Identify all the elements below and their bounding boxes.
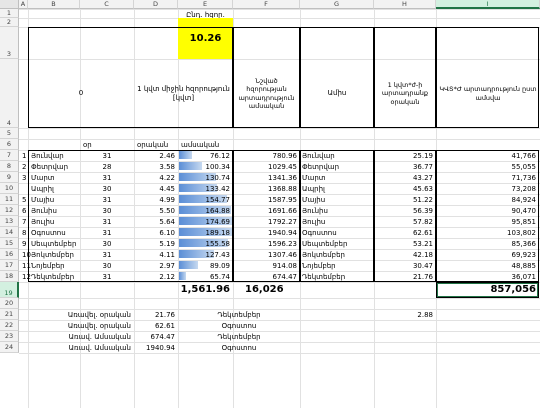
row-header-1[interactable]: 1: [0, 9, 19, 18]
gridline-horizontal: [19, 18, 540, 19]
row-header-14[interactable]: 14: [0, 227, 19, 238]
stat-value[interactable]: 21.76: [134, 311, 175, 319]
data-box-main: [28, 150, 233, 282]
row-header-18[interactable]: 18: [0, 271, 19, 282]
header-box-main: [28, 27, 233, 128]
column-header-i[interactable]: I: [436, 0, 540, 9]
header-box-i: [436, 27, 539, 128]
subheader-days: օր: [83, 141, 92, 149]
stat-label: Առավել. օրական: [67, 311, 131, 319]
stat-month[interactable]: Դեկտեմբեր: [178, 333, 300, 341]
select-all-corner[interactable]: [0, 0, 19, 9]
row-header-16[interactable]: 16: [0, 249, 19, 260]
subheader-monthly: ամսական: [181, 141, 220, 149]
data-box-g: [300, 150, 374, 282]
header-box-f: [233, 27, 300, 128]
row-header-11[interactable]: 11: [0, 194, 19, 205]
row-header-20[interactable]: 20: [0, 298, 19, 309]
row-header-13[interactable]: 13: [0, 216, 19, 227]
column-header-a[interactable]: A: [19, 0, 28, 9]
stat-month[interactable]: Դեկտեմբեր: [178, 311, 300, 319]
stat-label: Առավ. Ամսական: [68, 344, 131, 352]
data-box-f: [233, 150, 300, 282]
row-header-5[interactable]: 5: [0, 128, 19, 139]
gridline-horizontal: [19, 320, 540, 321]
total-monthly[interactable]: 1,561.96: [178, 284, 230, 296]
gridline-horizontal: [19, 342, 540, 343]
stat-month[interactable]: Օգոստոս: [178, 344, 300, 352]
row-header-9[interactable]: 9: [0, 172, 19, 183]
total-box-i: [436, 282, 539, 298]
stat-label: Առավ. Ամսական: [68, 333, 131, 341]
row-header-2[interactable]: 2: [0, 18, 19, 27]
stat-value[interactable]: 1940.94: [134, 344, 175, 352]
row-header-22[interactable]: 22: [0, 320, 19, 331]
row-header-19[interactable]: 19: [0, 282, 19, 298]
row-header-10[interactable]: 10: [0, 183, 19, 194]
row-header-17[interactable]: 17: [0, 260, 19, 271]
column-header-h[interactable]: H: [374, 0, 436, 9]
column-header-f[interactable]: F: [233, 0, 300, 9]
row-header-3[interactable]: 3: [0, 27, 19, 59]
total-production[interactable]: 16,026: [245, 284, 284, 296]
column-header-g[interactable]: G: [300, 0, 374, 9]
column-header-b[interactable]: B: [28, 0, 80, 9]
header-box-g: [300, 27, 374, 128]
stat-label: Առավել. օրական: [67, 322, 131, 330]
column-header-c[interactable]: C: [80, 0, 134, 9]
data-box-i: [436, 150, 539, 282]
stat-value[interactable]: 62.61: [134, 322, 175, 330]
data-box-h: [374, 150, 436, 282]
row-header-6[interactable]: 6: [0, 139, 19, 150]
row-header-15[interactable]: 15: [0, 238, 19, 249]
row-header-24[interactable]: 24: [0, 342, 19, 353]
row-header-8[interactable]: 8: [0, 161, 19, 172]
gridline-horizontal: [19, 128, 540, 129]
gridline-horizontal: [19, 139, 540, 140]
gridline-horizontal: [19, 298, 540, 299]
stat-extra[interactable]: 2.88: [374, 311, 433, 319]
row-header-21[interactable]: 21: [0, 309, 19, 320]
row-header-4[interactable]: 4: [0, 59, 19, 128]
gridline-horizontal: [19, 9, 540, 10]
gridline-horizontal: [19, 353, 540, 354]
gridline-horizontal: [19, 309, 540, 310]
header-box-h: [374, 27, 436, 128]
subheader-daily: օրական: [137, 141, 169, 149]
gridline-horizontal: [19, 331, 540, 332]
row-header-7[interactable]: 7: [0, 150, 19, 161]
row-header-23[interactable]: 23: [0, 331, 19, 342]
column-header-d[interactable]: D: [134, 0, 178, 9]
stat-value[interactable]: 674.47: [134, 333, 176, 341]
column-header-e[interactable]: E: [178, 0, 233, 9]
stat-month[interactable]: Օգոստոս: [178, 322, 300, 330]
row-header-12[interactable]: 12: [0, 205, 19, 216]
